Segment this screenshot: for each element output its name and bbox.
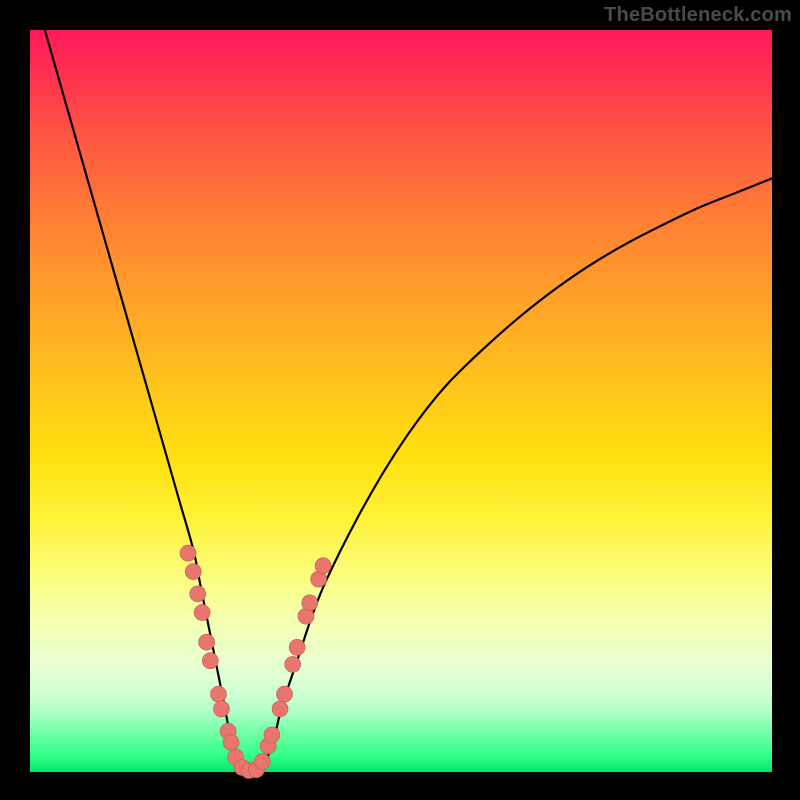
plot-area bbox=[30, 30, 772, 772]
curve-marker bbox=[285, 656, 301, 672]
curve-marker bbox=[194, 604, 210, 620]
curve-marker bbox=[213, 701, 229, 717]
curve-marker bbox=[199, 634, 215, 650]
curve-marker bbox=[202, 653, 218, 669]
curve-marker bbox=[315, 558, 331, 574]
curve-marker bbox=[277, 686, 293, 702]
chart-frame: TheBottleneck.com bbox=[0, 0, 800, 800]
curve-marker bbox=[254, 754, 270, 770]
curve-marker bbox=[302, 595, 318, 611]
curve-marker bbox=[289, 639, 305, 655]
bottleneck-curve bbox=[45, 30, 772, 772]
curve-marker bbox=[264, 727, 280, 743]
curve-marker bbox=[180, 545, 196, 561]
curve-marker bbox=[272, 701, 288, 717]
curve-svg bbox=[30, 30, 772, 772]
curve-marker bbox=[190, 586, 206, 602]
curve-marker bbox=[185, 564, 201, 580]
watermark-text: TheBottleneck.com bbox=[604, 4, 792, 27]
curve-marker bbox=[223, 734, 239, 750]
curve-markers bbox=[180, 545, 331, 778]
curve-marker bbox=[210, 686, 226, 702]
